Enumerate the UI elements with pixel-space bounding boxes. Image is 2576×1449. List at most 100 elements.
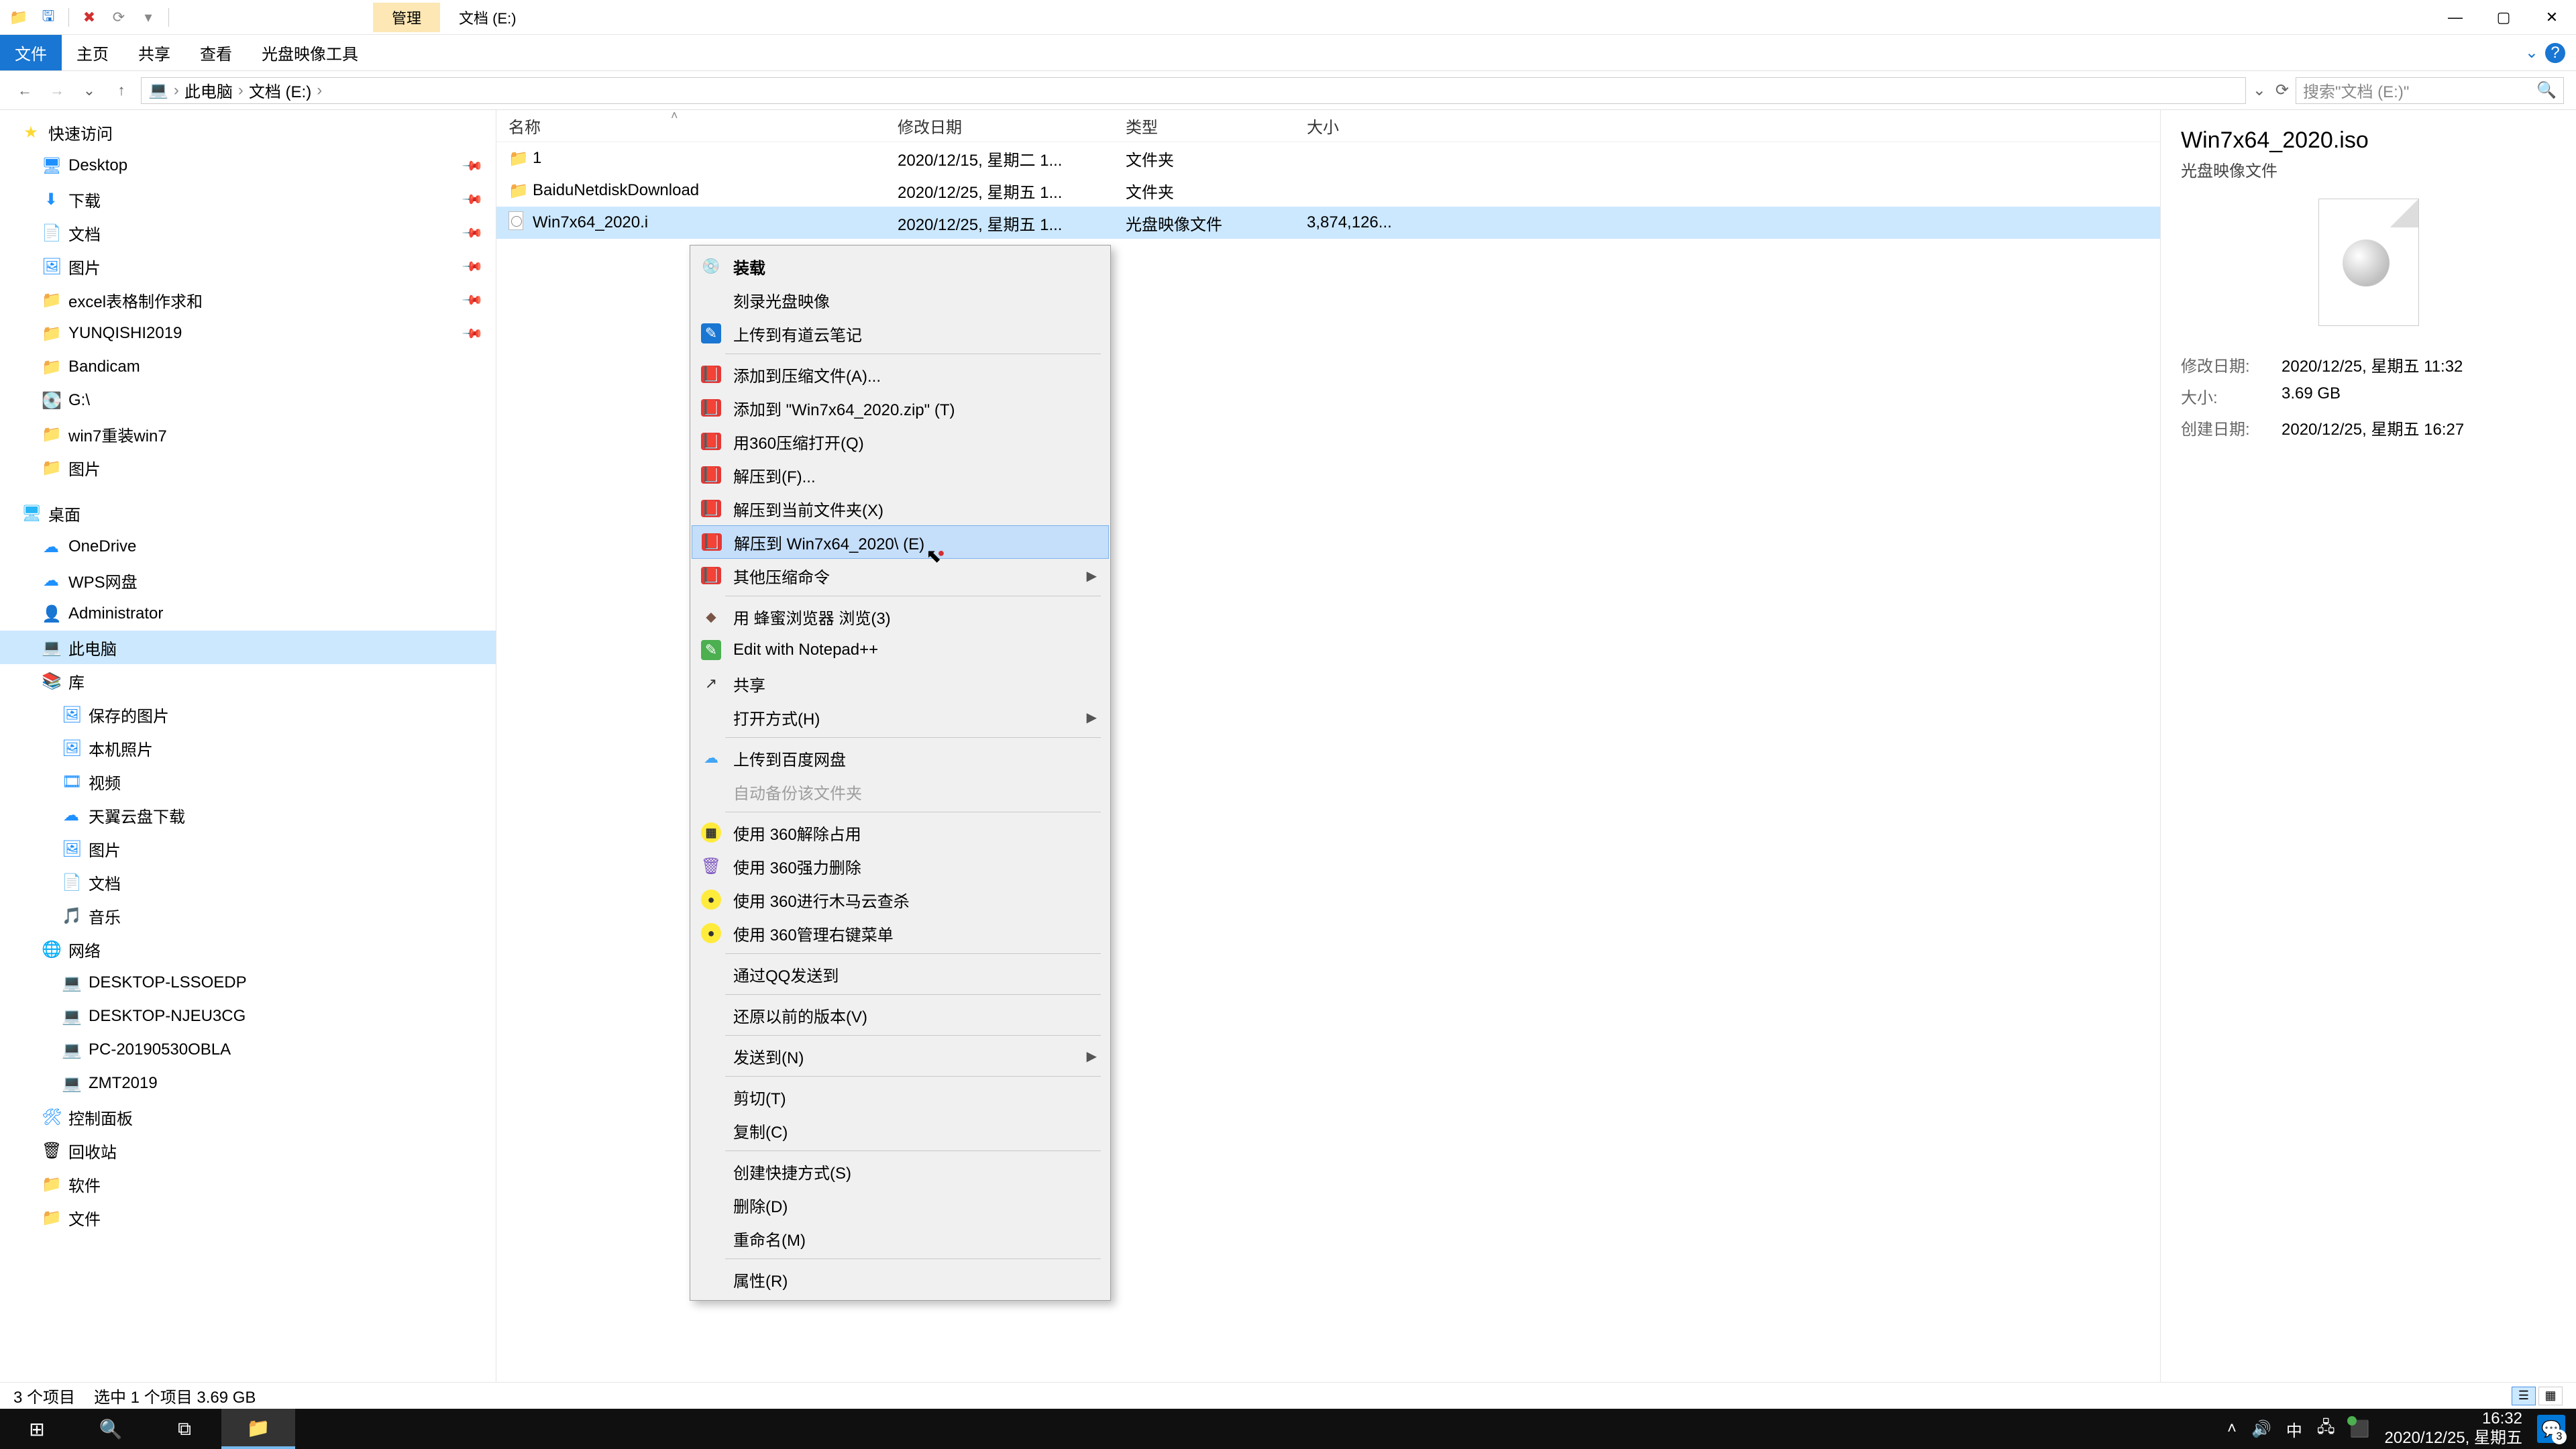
taskbar-clock[interactable]: 16:32 2020/12/25, 星期五 (2385, 1409, 2522, 1448)
nav-item[interactable]: 🖼 保存的图片 (0, 698, 496, 731)
column-name[interactable]: 名称 (508, 114, 898, 138)
nav-item[interactable]: 💻 DESKTOP-LSSOEDP (0, 966, 496, 1000)
context-menu-item[interactable]: ·删除(D) (692, 1188, 1109, 1222)
nav-item[interactable]: ⬇ 下载 📌 (0, 182, 496, 216)
nav-item[interactable]: 📄 文档 (0, 865, 496, 899)
nav-item[interactable]: 📁 Bandicam (0, 350, 496, 384)
context-menu-item[interactable]: 📕解压到 Win7x64_2020\ (E) (692, 525, 1109, 559)
context-menu-item[interactable]: ·剪切(T) (692, 1080, 1109, 1114)
nav-back-button[interactable]: ← (12, 78, 38, 103)
view-icons-button[interactable]: ▦ (2538, 1387, 2563, 1405)
nav-item[interactable]: 💻 DESKTOP-NJEU3CG (0, 1000, 496, 1033)
nav-item[interactable]: 💻 此电脑 (0, 631, 496, 664)
nav-item[interactable]: 💻 ZMT2019 (0, 1067, 496, 1100)
context-menu-item[interactable]: ▦使用 360解除占用 (692, 816, 1109, 849)
nav-item[interactable]: 📁 软件 (0, 1167, 496, 1201)
nav-recent-button[interactable]: ⌄ (76, 78, 102, 103)
taskbar-search-button[interactable]: 🔍 (74, 1409, 148, 1449)
breadcrumb[interactable]: 💻 › 此电脑 › 文档 (E:) › (141, 77, 2246, 104)
nav-item[interactable]: 🖼 图片 📌 (0, 250, 496, 283)
context-menu-item[interactable]: ◆用 蜂蜜浏览器 浏览(3) (692, 600, 1109, 633)
nav-item[interactable]: 📄 文档 📌 (0, 216, 496, 250)
tray-network-icon[interactable]: 🖧 (2317, 1415, 2335, 1443)
nav-item[interactable]: 🎵 音乐 (0, 899, 496, 932)
ribbon-collapse-icon[interactable]: ⌄ (2525, 43, 2538, 62)
nav-forward-button[interactable]: → (44, 78, 70, 103)
column-size[interactable]: 大小 (1307, 114, 1441, 138)
context-menu-item[interactable]: ☁上传到百度网盘 (692, 741, 1109, 775)
action-center-button[interactable]: 💬 3 (2537, 1415, 2565, 1443)
nav-item[interactable]: 🗑 回收站 (0, 1134, 496, 1167)
file-row[interactable]: 📁BaiduNetdiskDownload2020/12/25, 星期五 1..… (496, 174, 2160, 207)
close-button[interactable]: ✕ (2528, 0, 2576, 35)
nav-item[interactable]: 💻 PC-20190530OBLA (0, 1033, 496, 1067)
context-menu-item[interactable]: 🗑使用 360强力删除 (692, 849, 1109, 883)
context-menu-item[interactable]: 📕解压到当前文件夹(X) (692, 492, 1109, 525)
context-menu-item[interactable]: ●使用 360进行木马云查杀 (692, 883, 1109, 916)
context-menu-item[interactable]: 📕解压到(F)... (692, 458, 1109, 492)
tray-app-icon[interactable]: ⬛ (2350, 1419, 2370, 1439)
context-menu-item[interactable]: ·发送到(N)▶ (692, 1039, 1109, 1073)
context-menu-item[interactable]: ·还原以前的版本(V) (692, 998, 1109, 1032)
address-dropdown-icon[interactable]: ⌄ (2253, 80, 2266, 100)
maximize-button[interactable]: ▢ (2479, 0, 2528, 35)
nav-item[interactable]: 🛠 控制面板 (0, 1100, 496, 1134)
nav-item[interactable]: ☁ OneDrive (0, 530, 496, 564)
file-row[interactable]: 📁12020/12/15, 星期二 1...文件夹 (496, 142, 2160, 174)
column-date[interactable]: 修改日期 (898, 114, 1126, 138)
task-view-button[interactable]: ⧉ (148, 1409, 221, 1449)
context-menu-item[interactable]: ·刻录光盘映像 (692, 283, 1109, 317)
start-button[interactable]: ⊞ (0, 1409, 74, 1449)
context-menu-item[interactable]: 📕其他压缩命令▶ (692, 559, 1109, 592)
taskbar[interactable]: ⊞ 🔍 ⧉ 📁 ˄ 🔊 中 🖧 ⬛ 16:32 2020/12/25, 星期五 … (0, 1409, 2576, 1449)
context-menu-item[interactable]: ●使用 360管理右键菜单 (692, 916, 1109, 950)
nav-item[interactable]: ☁ WPS网盘 (0, 564, 496, 597)
file-row[interactable]: Win7x64_2020.i2020/12/25, 星期五 1...光盘映像文件… (496, 207, 2160, 239)
nav-quick-access[interactable]: ★ 快速访问 (0, 115, 496, 149)
nav-item[interactable]: 📁 win7重装win7 (0, 417, 496, 451)
tray-ime-icon[interactable]: 中 (2286, 1417, 2302, 1441)
nav-item[interactable]: 📁 文件 (0, 1201, 496, 1234)
breadcrumb-segment[interactable]: 文档 (E:) (249, 78, 311, 102)
context-menu-item[interactable]: 📕用360压缩打开(Q) (692, 425, 1109, 458)
nav-network[interactable]: 🌐 网络 (0, 932, 496, 966)
qat-undo-icon[interactable]: ✖ (77, 5, 101, 30)
navigation-pane[interactable]: ★ 快速访问 🖥 Desktop 📌⬇ 下载 📌📄 文档 📌🖼 图片 📌📁 ex… (0, 110, 496, 1382)
context-menu-item[interactable]: ·复制(C) (692, 1114, 1109, 1147)
context-menu-item[interactable]: ✎Edit with Notepad++ (692, 633, 1109, 667)
ribbon-tab[interactable]: 共享 (123, 35, 185, 70)
context-menu-item[interactable]: ·通过QQ发送到 (692, 957, 1109, 991)
refresh-icon[interactable]: ⟳ (2275, 80, 2289, 100)
nav-item[interactable]: 📚 库 (0, 664, 496, 698)
nav-item[interactable]: 📁 YUNQISHI2019 📌 (0, 317, 496, 350)
context-menu-item[interactable]: ·重命名(M) (692, 1222, 1109, 1255)
context-menu-item[interactable]: ·打开方式(H)▶ (692, 700, 1109, 734)
context-menu-item[interactable]: 📕添加到 "Win7x64_2020.zip" (T) (692, 391, 1109, 425)
context-menu-item[interactable]: ·属性(R) (692, 1263, 1109, 1296)
nav-desktop-root[interactable]: 🖥 桌面 (0, 496, 496, 530)
nav-item[interactable]: 🖼 本机照片 (0, 731, 496, 765)
help-icon[interactable]: ? (2545, 43, 2565, 63)
nav-item[interactable]: 💽 G:\ (0, 384, 496, 417)
context-menu-item[interactable]: 📕添加到压缩文件(A)... (692, 358, 1109, 391)
context-menu-item[interactable]: ↗共享 (692, 667, 1109, 700)
nav-item[interactable]: ☁ 天翼云盘下载 (0, 798, 496, 832)
nav-item[interactable]: 📁 图片 (0, 451, 496, 484)
minimize-button[interactable]: — (2431, 0, 2479, 35)
ribbon-tab[interactable]: 主页 (62, 35, 123, 70)
ribbon-tab[interactable]: 查看 (185, 35, 247, 70)
search-input[interactable]: 搜索"文档 (E:)" 🔍 (2296, 77, 2564, 104)
nav-up-button[interactable]: ↑ (109, 78, 134, 103)
context-menu-item[interactable]: ·创建快捷方式(S) (692, 1155, 1109, 1188)
nav-item[interactable]: 📁 excel表格制作求和 📌 (0, 283, 496, 317)
nav-item[interactable]: 🖥 Desktop 📌 (0, 149, 496, 182)
nav-item[interactable]: 🎞 视频 (0, 765, 496, 798)
nav-item[interactable]: 👤 Administrator (0, 597, 496, 631)
context-menu-item[interactable]: ✎上传到有道云笔记 (692, 317, 1109, 350)
context-menu[interactable]: 💿装载·刻录光盘映像✎上传到有道云笔记📕添加到压缩文件(A)...📕添加到 "W… (690, 245, 1111, 1301)
ribbon-tab-file[interactable]: 文件 (0, 35, 62, 70)
breadcrumb-segment[interactable]: 此电脑 (184, 78, 233, 102)
nav-item[interactable]: 🖼 图片 (0, 832, 496, 865)
qat-redo-icon[interactable]: ⟳ (107, 5, 131, 30)
column-headers[interactable]: ˄ 名称 修改日期 类型 大小 (496, 110, 2160, 142)
